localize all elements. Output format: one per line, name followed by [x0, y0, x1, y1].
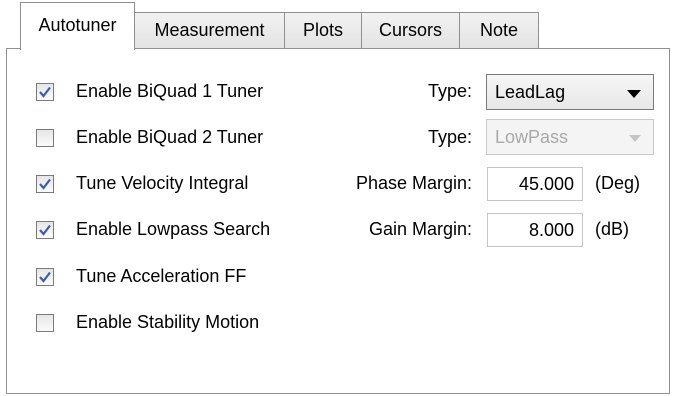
chevron-down-icon [627, 90, 641, 98]
gain-margin-label: Gain Margin: [368, 219, 472, 239]
tab-note[interactable]: Note [459, 12, 539, 48]
type1-label: Type: [427, 81, 472, 101]
tune-acceleration-ff-label: Tune Acceleration FF [76, 266, 247, 286]
tab-autotuner[interactable]: Autotuner [20, 2, 135, 50]
type2-select[interactable]: LowPass [486, 119, 654, 155]
tune-acceleration-ff-checkbox[interactable] [36, 268, 54, 286]
chevron-down-icon [629, 135, 641, 142]
enable-lowpass-search-label: Enable Lowpass Search [76, 219, 271, 239]
phase-margin-unit: (Deg) [595, 173, 641, 193]
phase-margin-label: Phase Margin: [355, 173, 472, 193]
tab-measurement[interactable]: Measurement [134, 12, 285, 48]
type1-value: LeadLag [495, 82, 566, 102]
enable-biquad2-label: Enable BiQuad 2 Tuner [76, 127, 264, 147]
enable-biquad2-checkbox[interactable] [36, 129, 54, 147]
type2-value: LowPass [495, 127, 569, 147]
type2-label: Type: [427, 127, 472, 147]
enable-stability-motion-checkbox[interactable] [36, 314, 54, 332]
tune-velocity-integral-checkbox[interactable] [36, 175, 54, 193]
gain-margin-input[interactable]: 8.000 [487, 213, 583, 247]
enable-biquad1-label: Enable BiQuad 1 Tuner [76, 81, 264, 101]
enable-lowpass-search-checkbox[interactable] [36, 221, 54, 239]
tune-velocity-integral-label: Tune Velocity Integral [76, 173, 249, 193]
check-mark-icon [39, 178, 51, 190]
phase-margin-input[interactable]: 45.000 [487, 167, 583, 201]
check-mark-icon [39, 224, 51, 236]
enable-biquad1-checkbox[interactable] [36, 83, 54, 101]
check-mark-icon [39, 271, 51, 283]
gain-margin-unit: (dB) [595, 219, 630, 239]
tab-cursors[interactable]: Cursors [361, 12, 460, 48]
type1-select[interactable]: LeadLag [486, 74, 654, 110]
tab-strip: Autotuner Measurement Plots Cursors Note [0, 0, 676, 50]
enable-stability-motion-label: Enable Stability Motion [76, 312, 260, 332]
check-mark-icon [39, 86, 51, 98]
tab-plots[interactable]: Plots [284, 12, 362, 48]
